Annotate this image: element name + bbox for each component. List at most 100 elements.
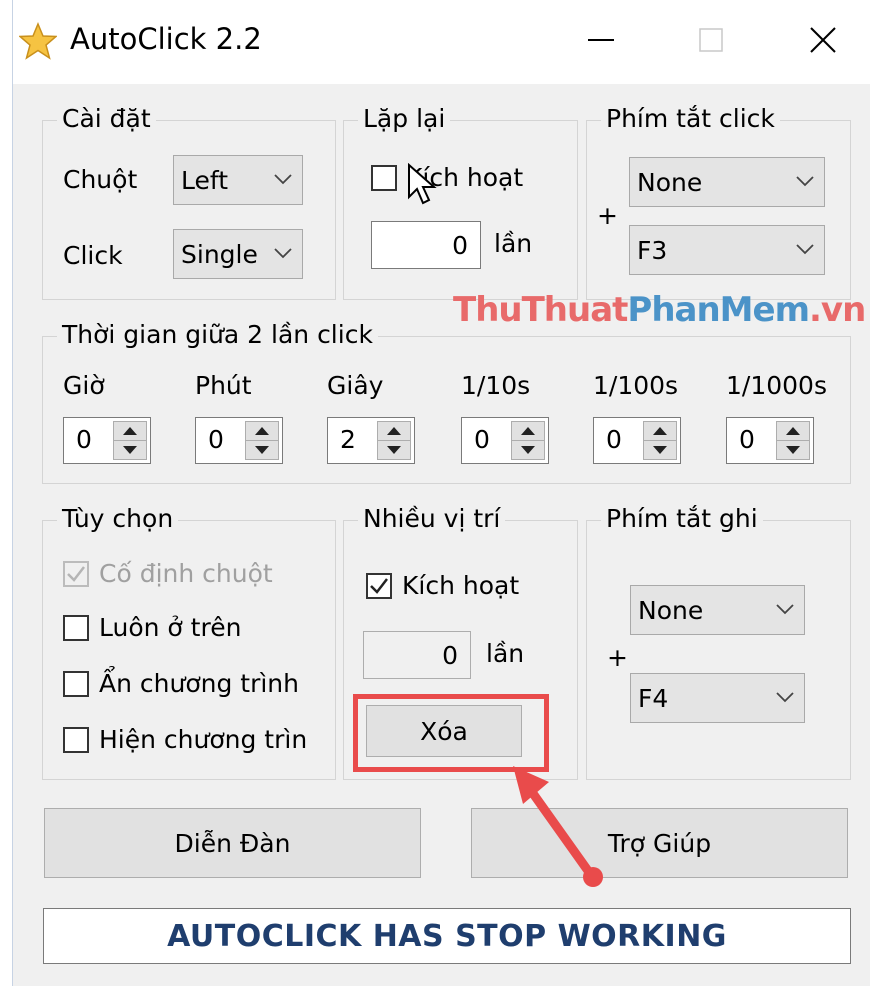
spin-up-button[interactable]: [644, 422, 676, 441]
options-group: Tùy chọn Cố định chuột Luôn ở trên Ẩn ch…: [42, 504, 336, 780]
record-hotkey-modifier-value: None: [638, 595, 704, 625]
spin-up-button[interactable]: [246, 422, 278, 441]
hours-spinner[interactable]: 0: [63, 417, 151, 464]
minimize-icon: [588, 39, 614, 41]
spin-down-button[interactable]: [114, 441, 146, 459]
record-hotkey-plus: +: [607, 643, 628, 672]
click-type-select[interactable]: Single: [173, 229, 303, 279]
repeat-count-input[interactable]: 0: [371, 221, 481, 269]
mouse-button-value: Left: [181, 165, 229, 195]
spin-buttons: [643, 421, 677, 460]
click-hotkey-legend: Phím tắt click: [601, 104, 780, 133]
chevron-down-icon: [274, 248, 292, 259]
triangle-down-icon: [255, 446, 269, 454]
spin-up-button[interactable]: [114, 422, 146, 441]
spin-up-button[interactable]: [512, 422, 544, 441]
arrow-icon: [513, 766, 603, 887]
triangle-down-icon: [786, 446, 800, 454]
multi-position-unit-label: lần: [486, 639, 525, 668]
fix-mouse-checkbox[interactable]: [63, 561, 89, 587]
mouse-button-select[interactable]: Left: [173, 155, 303, 205]
mouse-label: Chuột: [63, 165, 138, 194]
seconds-label: Giây: [327, 371, 384, 400]
checkmark-icon: [370, 578, 388, 594]
show-program-checkbox[interactable]: [63, 727, 89, 753]
seconds-spinner[interactable]: 2: [327, 417, 415, 464]
settings-legend: Cài đặt: [57, 104, 156, 133]
spin-buttons: [511, 421, 545, 460]
hundredths-value: 0: [606, 425, 622, 454]
multi-position-enable-label: Kích hoạt: [402, 571, 520, 600]
hundredths-spinner[interactable]: 0: [593, 417, 681, 464]
triangle-down-icon: [123, 446, 137, 454]
triangle-up-icon: [123, 427, 137, 435]
click-hotkey-key-select[interactable]: F3: [629, 225, 825, 275]
maximize-icon: [699, 28, 723, 52]
hide-program-label: Ẩn chương trình: [99, 669, 299, 698]
watermark-part3: .vn: [809, 290, 866, 330]
chevron-down-icon: [796, 176, 814, 187]
status-text: AUTOCLICK HAS STOP WORKING: [43, 908, 851, 964]
hundredths-label: 1/100s: [593, 371, 679, 400]
title-bar: AutoClick 2.2: [13, 0, 870, 84]
triangle-up-icon: [786, 427, 800, 435]
chevron-down-icon: [776, 692, 794, 703]
watermark-part2: PhanMem: [627, 290, 810, 330]
spin-down-button[interactable]: [378, 441, 410, 459]
record-hotkey-key-value: F4: [638, 683, 669, 713]
settings-group: Cài đặt Chuột Left Click Single: [42, 104, 336, 300]
repeat-legend: Lặp lại: [358, 104, 451, 133]
record-hotkey-legend: Phím tắt ghi: [601, 504, 763, 533]
spin-up-button[interactable]: [777, 422, 809, 441]
maximize-button[interactable]: [683, 16, 739, 64]
click-hotkey-modifier-select[interactable]: None: [629, 157, 825, 207]
close-button[interactable]: [795, 16, 851, 64]
chevron-down-icon: [776, 604, 794, 615]
mouse-cursor-icon: [408, 163, 437, 205]
interval-legend: Thời gian giữa 2 lần click: [57, 320, 378, 349]
record-hotkey-key-select[interactable]: F4: [630, 673, 805, 723]
options-legend: Tùy chọn: [57, 504, 179, 533]
multi-position-legend: Nhiều vị trí: [358, 504, 506, 533]
spin-down-button[interactable]: [777, 441, 809, 459]
tenths-value: 0: [474, 425, 490, 454]
record-hotkey-modifier-select[interactable]: None: [630, 585, 805, 635]
interval-group: Thời gian giữa 2 lần click Giờ 0 Phút 0 …: [42, 320, 851, 484]
triangle-down-icon: [653, 446, 667, 454]
fix-mouse-label: Cố định chuột: [99, 559, 273, 588]
always-on-top-label: Luôn ở trên: [99, 613, 242, 642]
close-icon: [810, 27, 836, 53]
spin-buttons: [245, 421, 279, 460]
checkmark-icon: [67, 566, 85, 582]
click-hotkey-modifier-value: None: [637, 167, 703, 197]
watermark-part1: ThuThuat: [453, 290, 628, 330]
hide-program-checkbox[interactable]: [63, 671, 89, 697]
thousandths-value: 0: [739, 425, 755, 454]
spin-down-button[interactable]: [512, 441, 544, 459]
triangle-up-icon: [653, 427, 667, 435]
triangle-down-icon: [521, 446, 535, 454]
minutes-spinner[interactable]: 0: [195, 417, 283, 464]
forum-button[interactable]: Diễn Đàn: [44, 808, 421, 878]
click-hotkey-plus: +: [597, 201, 618, 230]
tenths-spinner[interactable]: 0: [461, 417, 549, 464]
thousandths-spinner[interactable]: 0: [726, 417, 814, 464]
spin-up-button[interactable]: [378, 422, 410, 441]
spin-down-button[interactable]: [644, 441, 676, 459]
thousandths-label: 1/1000s: [726, 371, 827, 400]
show-program-label: Hiện chương trìn: [99, 725, 308, 754]
seconds-value: 2: [340, 425, 356, 454]
minutes-value: 0: [208, 425, 224, 454]
watermark-logo: ThuThuatPhanMem.vn: [453, 290, 866, 330]
click-hotkey-key-value: F3: [637, 235, 668, 265]
minimize-button[interactable]: [573, 16, 629, 64]
multi-position-enable-checkbox[interactable]: [366, 573, 392, 599]
triangle-up-icon: [387, 427, 401, 435]
multi-position-count-input[interactable]: 0: [363, 631, 471, 679]
spin-down-button[interactable]: [246, 441, 278, 459]
repeat-enable-checkbox[interactable]: [371, 165, 397, 191]
spin-buttons: [377, 421, 411, 460]
chevron-down-icon: [796, 244, 814, 255]
always-on-top-checkbox[interactable]: [63, 615, 89, 641]
repeat-unit-label: lần: [494, 229, 533, 258]
